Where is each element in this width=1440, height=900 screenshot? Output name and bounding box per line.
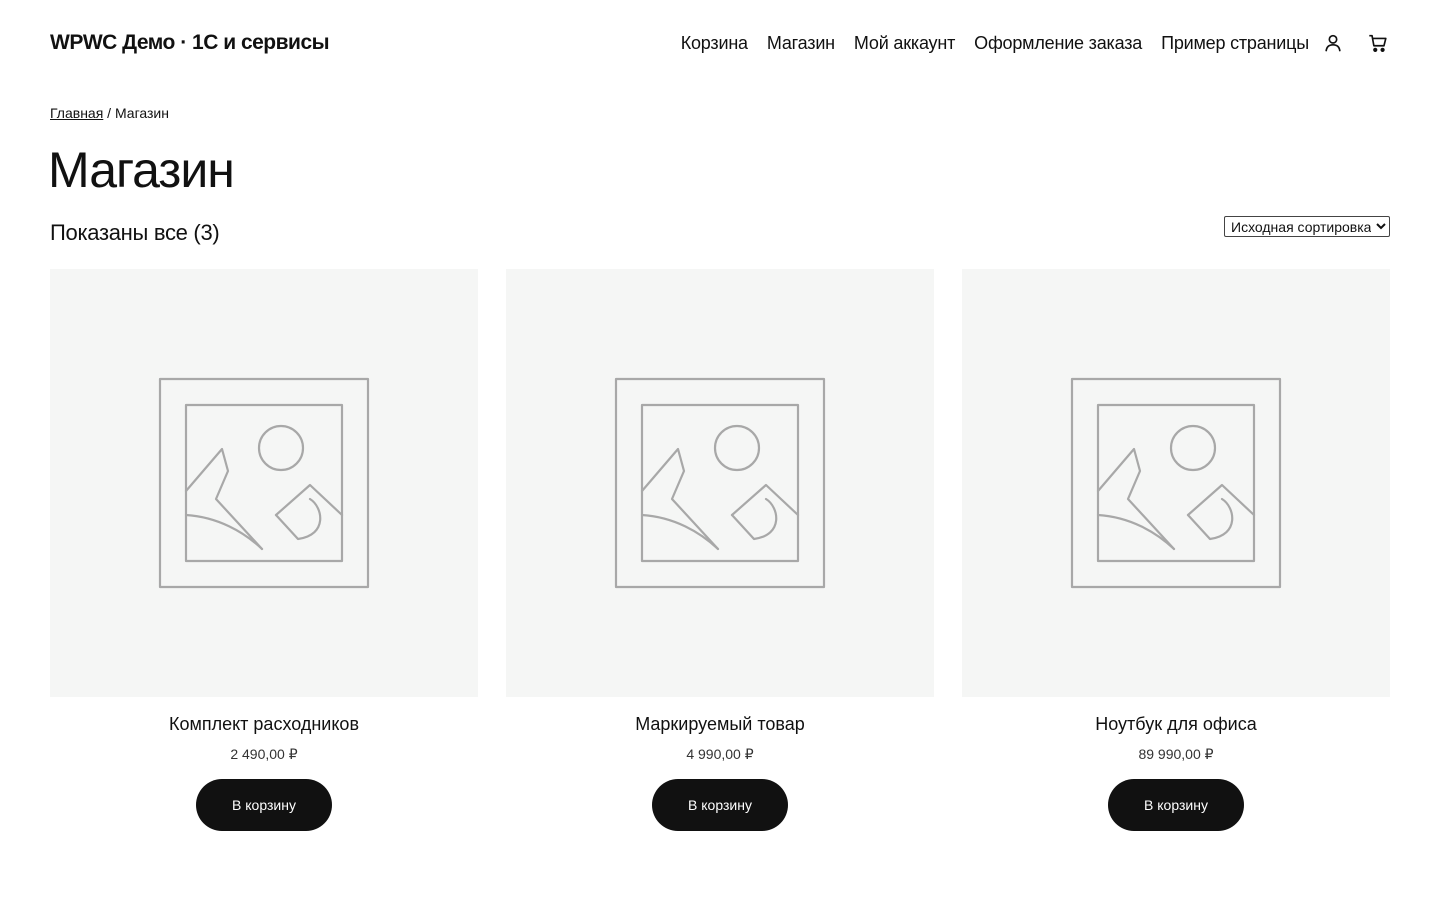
product-card: Маркируемый товар 4 990,00 ₽ В корзину <box>506 269 934 831</box>
breadcrumb-separator: / <box>103 105 115 121</box>
product-grid: Комплект расходников 2 490,00 ₽ В корзин… <box>50 269 1390 831</box>
add-to-cart-button[interactable]: В корзину <box>1108 779 1244 831</box>
product-price: 4 990,00 ₽ <box>686 746 754 762</box>
image-placeholder-icon <box>614 377 826 589</box>
main-nav: Корзина Магазин Мой аккаунт Оформление з… <box>662 31 1390 55</box>
cart-icon[interactable] <box>1366 31 1390 55</box>
product-image[interactable] <box>50 269 478 697</box>
add-to-cart-button[interactable]: В корзину <box>652 779 788 831</box>
product-image[interactable] <box>506 269 934 697</box>
product-title[interactable]: Ноутбук для офиса <box>1095 712 1256 736</box>
add-to-cart-button[interactable]: В корзину <box>196 779 332 831</box>
product-price: 89 990,00 ₽ <box>1138 746 1214 762</box>
breadcrumb-current: Магазин <box>114 105 169 121</box>
nav-item-sample-page[interactable]: Пример страницы <box>1161 33 1309 54</box>
sort-select[interactable]: Исходная сортировка <box>1224 216 1390 237</box>
product-title[interactable]: Комплект расходников <box>169 712 359 736</box>
result-count: Показаны все (3) <box>50 220 220 245</box>
page: WPWC Демо · 1С и сервисы Корзина Магазин… <box>0 0 1440 900</box>
user-icon[interactable] <box>1321 31 1345 55</box>
nav-item-cart[interactable]: Корзина <box>681 33 748 54</box>
nav-item-account[interactable]: Мой аккаунт <box>854 33 955 54</box>
site-title[interactable]: WPWC Демо · 1С и сервисы <box>50 31 330 55</box>
breadcrumb: Главная / Магазин <box>50 105 169 121</box>
site-header: WPWC Демо · 1С и сервисы Корзина Магазин… <box>50 24 1390 62</box>
product-price: 2 490,00 ₽ <box>230 746 298 762</box>
image-placeholder-icon <box>158 377 370 589</box>
page-title: Магазин <box>48 142 235 198</box>
image-placeholder-icon <box>1070 377 1282 589</box>
product-image[interactable] <box>962 269 1390 697</box>
product-card: Комплект расходников 2 490,00 ₽ В корзин… <box>50 269 478 831</box>
breadcrumb-home[interactable]: Главная <box>50 105 103 121</box>
product-card: Ноутбук для офиса 89 990,00 ₽ В корзину <box>962 269 1390 831</box>
nav-item-checkout[interactable]: Оформление заказа <box>974 33 1142 54</box>
nav-item-shop[interactable]: Магазин <box>767 33 835 54</box>
product-title[interactable]: Маркируемый товар <box>635 712 805 736</box>
